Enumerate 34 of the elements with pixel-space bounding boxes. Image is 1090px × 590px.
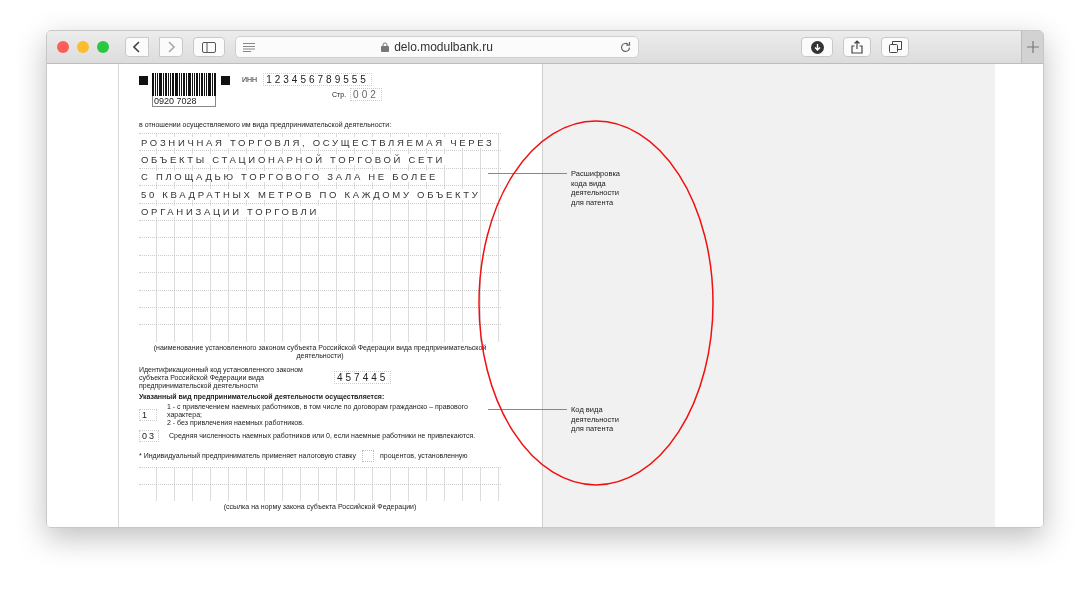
activity-text: ОРГАНИЗАЦИИ ТОРГОВЛИ: [141, 206, 320, 218]
activity-text: 50 КВАДРАТНЫХ МЕТРОВ ПО КАЖДОМУ ОБЪЕКТУ: [141, 188, 481, 200]
tabs-button[interactable]: [881, 37, 909, 57]
chevron-right-icon: [167, 41, 175, 53]
download-button[interactable]: [801, 37, 833, 57]
share-icon: [851, 40, 863, 54]
chevron-left-icon: [133, 41, 141, 53]
marker-square: [221, 76, 230, 85]
sidebar-button[interactable]: [193, 37, 225, 57]
inn-value: 123456789555: [263, 73, 372, 86]
download-icon: [810, 40, 824, 54]
activity-text: С ПЛОЩАДЬЮ ТОРГОВОГО ЗАЛА НЕ БОЛЕЕ: [141, 171, 438, 183]
barcode: 0920 7028: [152, 73, 216, 107]
tabs-icon: [888, 41, 902, 53]
lock-icon: [381, 42, 390, 52]
plus-icon: [1026, 41, 1039, 53]
back-button[interactable]: [125, 37, 149, 57]
id-code-value: 457445: [334, 371, 392, 385]
reader-icon[interactable]: [243, 42, 255, 52]
close-button[interactable]: [57, 41, 69, 53]
tax-rate-field[interactable]: [362, 449, 374, 462]
zoom-button[interactable]: [97, 41, 109, 53]
address-bar[interactable]: delo.modulbank.ru: [235, 36, 639, 58]
page-number: 002: [350, 88, 382, 101]
new-tab-button[interactable]: [1021, 31, 1043, 63]
average-workers-value: 03: [139, 429, 159, 442]
marker-square: [139, 76, 148, 85]
sidebar-icon: [202, 41, 216, 53]
workers-flag: 1: [139, 408, 157, 421]
forward-button[interactable]: [159, 37, 183, 57]
activity-text: РОЗНИЧНАЯ ТОРГОВЛЯ, ОСУЩЕСТВЛЯЕМАЯ ЧЕРЕЗ: [141, 136, 495, 148]
activity-text: ОБЪЕКТЫ СТАЦИОНАРНОЙ ТОРГОВОЙ СЕТИ: [141, 154, 446, 166]
reload-icon[interactable]: [620, 41, 631, 53]
share-button[interactable]: [843, 37, 871, 57]
